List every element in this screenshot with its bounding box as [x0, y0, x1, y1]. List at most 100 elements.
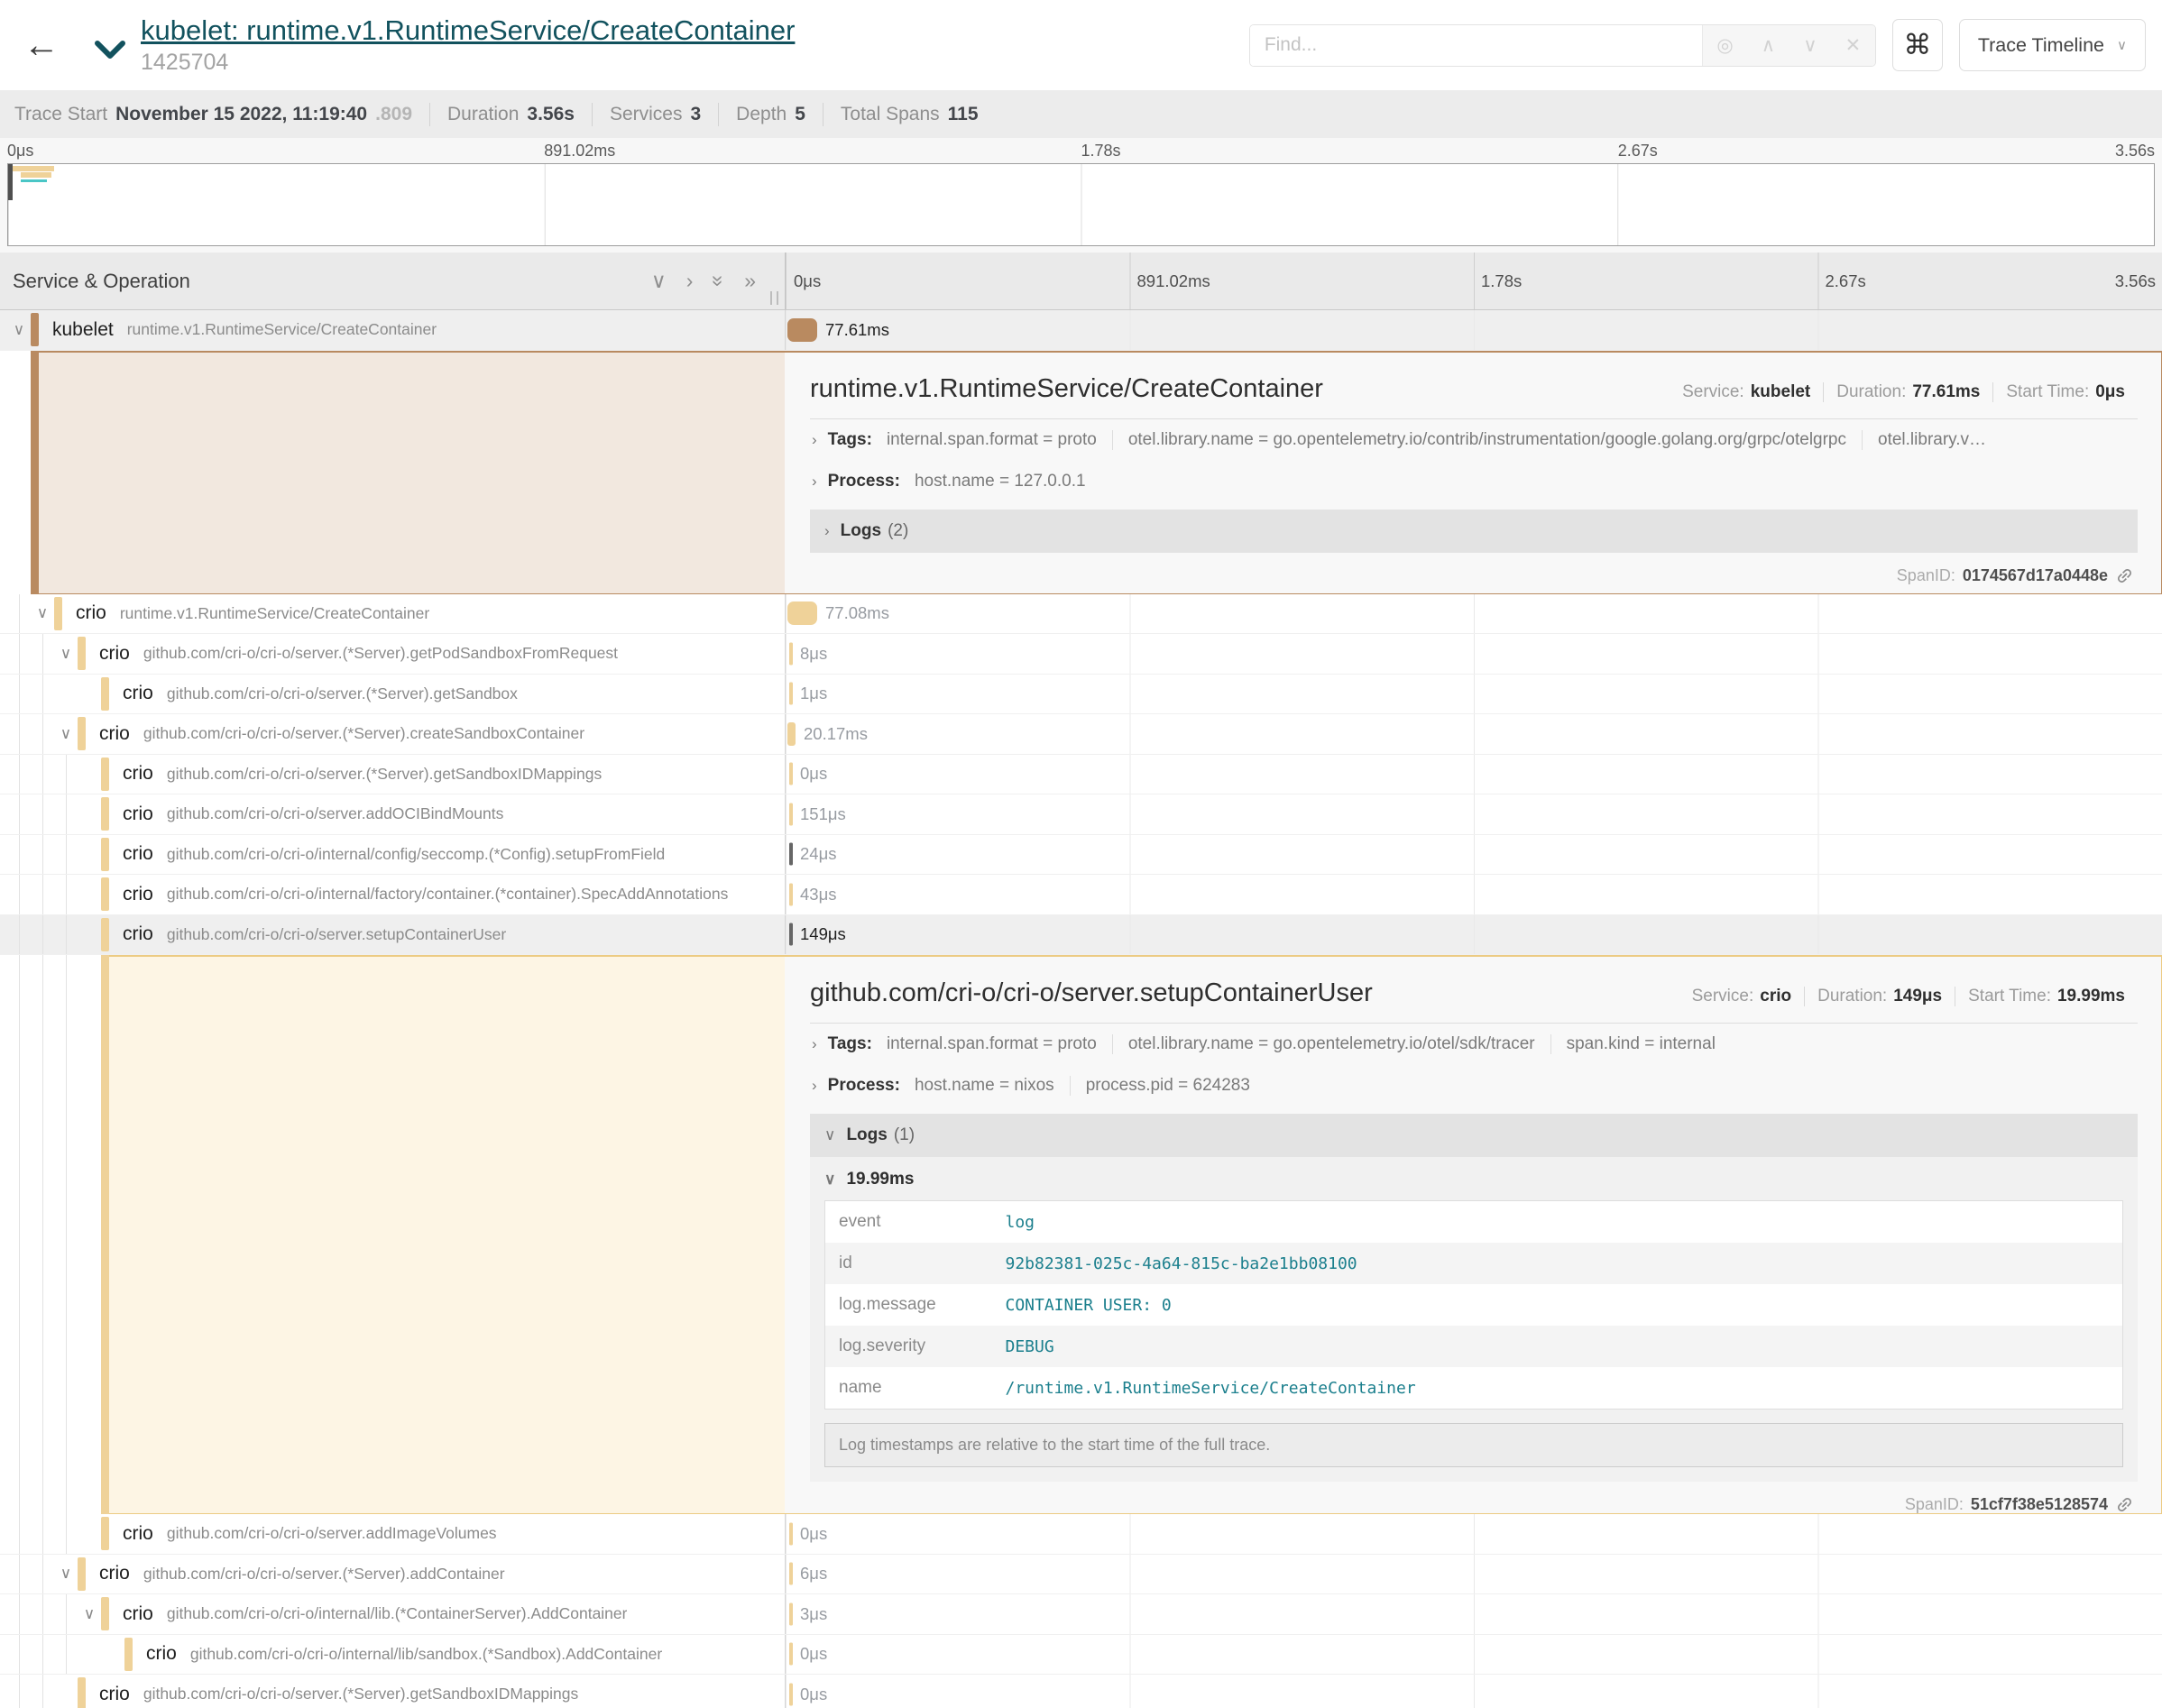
service-color-bar — [124, 1638, 133, 1671]
trace-depth: Depth 5 — [736, 104, 805, 125]
view-selector-label: Trace Timeline — [1978, 34, 2104, 57]
span-duration-bar[interactable] — [789, 923, 793, 946]
span-duration-bar[interactable] — [789, 763, 793, 785]
chevron-right-icon: › — [824, 522, 830, 540]
service-color-bar — [101, 758, 109, 791]
minimap-ruler: 0μs 891.02ms 1.78s 2.67s 3.56s — [7, 140, 2155, 163]
log-field-row: log.message CONTAINER USER: 0 — [825, 1284, 2123, 1326]
minimap-canvas[interactable] — [7, 163, 2155, 246]
scroll-to-match-icon[interactable]: ◎ — [1716, 34, 1733, 57]
minimap-span — [12, 166, 54, 171]
span-row[interactable]: ∨ kubelet runtime.v1.RuntimeService/Crea… — [0, 310, 2162, 351]
log-field-row: event log — [825, 1201, 2123, 1244]
span-row[interactable]: ∨ crio runtime.v1.RuntimeService/CreateC… — [0, 594, 2162, 635]
chevron-right-icon: › — [812, 1035, 817, 1053]
log-field-row: id 92b82381-025c-4a64-815c-ba2e1bb08100 — [825, 1243, 2123, 1284]
collapse-all-icon[interactable]: » — [706, 275, 731, 287]
span-expander-icon[interactable]: ∨ — [54, 1565, 78, 1583]
trace-minimap: 0μs 891.02ms 1.78s 2.67s 3.56s — [0, 138, 2162, 253]
span-expander-icon[interactable]: ∨ — [31, 604, 54, 622]
tags-accordion[interactable]: › Tags: internal.span.format = proto ote… — [810, 1024, 2138, 1065]
span-duration-bar[interactable] — [789, 1602, 793, 1625]
spanid-row: SpanID: 51cf7f38e5128574 — [810, 1482, 2138, 1514]
log-entry-accordion[interactable]: ∨ 19.99ms — [824, 1159, 2123, 1200]
span-row[interactable]: crio github.com/cri-o/cri-o/server.(*Ser… — [0, 1675, 2162, 1708]
trace-start: Trace Start November 15 2022, 11:19:40.8… — [14, 104, 412, 125]
service-operation-header: Service & Operation — [13, 270, 651, 293]
span-row[interactable]: crio github.com/cri-o/cri-o/internal/con… — [0, 835, 2162, 876]
span-row[interactable]: ∨ crio github.com/cri-o/cri-o/server.(*S… — [0, 714, 2162, 755]
span-expander-icon[interactable]: ∨ — [7, 321, 31, 339]
service-color-bar — [31, 351, 39, 594]
span-row[interactable]: crio github.com/cri-o/cri-o/server.(*Ser… — [0, 755, 2162, 795]
link-icon[interactable] — [2111, 1492, 2139, 1514]
span-duration-bar[interactable] — [789, 683, 793, 705]
detail-service: Service:kubelet — [1670, 382, 1823, 402]
span-row[interactable]: crio github.com/cri-o/cri-o/server.setup… — [0, 915, 2162, 956]
prev-match-icon[interactable]: ∧ — [1762, 34, 1775, 57]
trace-title-link[interactable]: kubelet: runtime.v1.RuntimeService/Creat… — [141, 14, 795, 47]
span-duration-bar[interactable] — [789, 642, 793, 665]
trace-summary-bar: Trace Start November 15 2022, 11:19:40.8… — [0, 90, 2162, 138]
minimap-scrubber-handle[interactable] — [8, 164, 13, 200]
logs-accordion[interactable]: ∨ Logs (1) — [810, 1114, 2138, 1157]
chevron-down-icon: ∨ — [824, 1171, 835, 1189]
span-duration-bar[interactable] — [789, 803, 793, 825]
span-duration-bar[interactable] — [787, 601, 817, 625]
span-row[interactable]: ∨ crio github.com/cri-o/cri-o/internal/l… — [0, 1594, 2162, 1635]
collapse-one-icon[interactable]: ∨ — [651, 269, 667, 293]
collapse-trace-chevron-icon[interactable] — [94, 39, 126, 65]
process-accordion[interactable]: › Process: host.name = 127.0.0.1 — [810, 461, 2138, 502]
span-duration-bar[interactable] — [789, 843, 793, 866]
span-row[interactable]: crio github.com/cri-o/cri-o/server.addIm… — [0, 1514, 2162, 1555]
next-match-icon[interactable]: ∨ — [1803, 34, 1817, 57]
span-duration-bar[interactable] — [789, 1522, 793, 1545]
tags-accordion[interactable]: › Tags: internal.span.format = proto ote… — [810, 419, 2138, 461]
chevron-down-icon: ∨ — [2117, 37, 2127, 53]
expand-all-icon[interactable]: » — [744, 269, 756, 293]
span-row[interactable]: crio github.com/cri-o/cri-o/internal/fac… — [0, 875, 2162, 915]
service-color-bar — [101, 1597, 109, 1630]
span-duration-bar[interactable] — [787, 722, 796, 746]
service-color-bar — [54, 597, 62, 630]
span-row[interactable]: crio github.com/cri-o/cri-o/server.(*Ser… — [0, 675, 2162, 715]
span-duration-bar[interactable] — [789, 1643, 793, 1666]
span-expander-icon[interactable]: ∨ — [54, 645, 78, 663]
trace-services: Services 3 — [610, 104, 701, 125]
minimap-span — [21, 172, 51, 178]
span-row[interactable]: ∨ crio github.com/cri-o/cri-o/server.(*S… — [0, 634, 2162, 675]
span-duration-bar[interactable] — [789, 1683, 793, 1705]
column-resizer[interactable] — [770, 291, 778, 305]
minimap-span — [21, 179, 47, 182]
span-row[interactable]: ∨ crio github.com/cri-o/cri-o/server.(*S… — [0, 1555, 2162, 1595]
span-expander-icon[interactable]: ∨ — [78, 1605, 101, 1623]
log-field-row: log.severity DEBUG — [825, 1326, 2123, 1367]
chevron-right-icon: › — [812, 473, 817, 491]
find-input[interactable] — [1250, 25, 1702, 66]
clear-find-icon[interactable]: ✕ — [1845, 34, 1862, 57]
service-color-bar — [101, 838, 109, 871]
span-detail-crio: github.com/cri-o/cri-o/server.setupConta… — [0, 955, 2162, 1514]
back-icon[interactable]: ← — [13, 25, 70, 66]
chevron-down-icon: ∨ — [824, 1126, 835, 1144]
logs-accordion[interactable]: › Logs (2) — [810, 510, 2138, 553]
span-duration-bar[interactable] — [789, 883, 793, 905]
view-selector-button[interactable]: Trace Timeline ∨ — [1959, 19, 2146, 71]
log-fields-table: event log id 92b82381-025c-4a64-815c-ba2… — [824, 1200, 2123, 1410]
service-color-bar — [101, 797, 109, 831]
span-expander-icon[interactable]: ∨ — [54, 725, 78, 743]
service-color-bar — [78, 717, 86, 750]
span-duration-bar[interactable] — [787, 318, 817, 342]
detail-span-title: runtime.v1.RuntimeService/CreateContaine… — [810, 374, 1670, 404]
keyboard-shortcuts-button[interactable]: ⌘ — [1892, 19, 1943, 71]
timeline-ruler: 0μs 891.02ms 1.78s 2.67s 3.56s — [785, 253, 2162, 309]
service-color-bar — [78, 1557, 86, 1591]
span-row[interactable]: crio github.com/cri-o/cri-o/internal/lib… — [0, 1635, 2162, 1676]
process-accordion[interactable]: › Process: host.name = nixos process.pid… — [810, 1065, 2138, 1107]
span-row[interactable]: crio github.com/cri-o/cri-o/server.addOC… — [0, 794, 2162, 835]
link-icon[interactable] — [2111, 562, 2139, 589]
trace-id: 1425704 — [141, 50, 795, 76]
expand-one-icon[interactable]: › — [686, 269, 694, 293]
span-duration-bar[interactable] — [789, 1563, 793, 1585]
detail-duration: Duration:77.61ms — [1823, 382, 1992, 402]
